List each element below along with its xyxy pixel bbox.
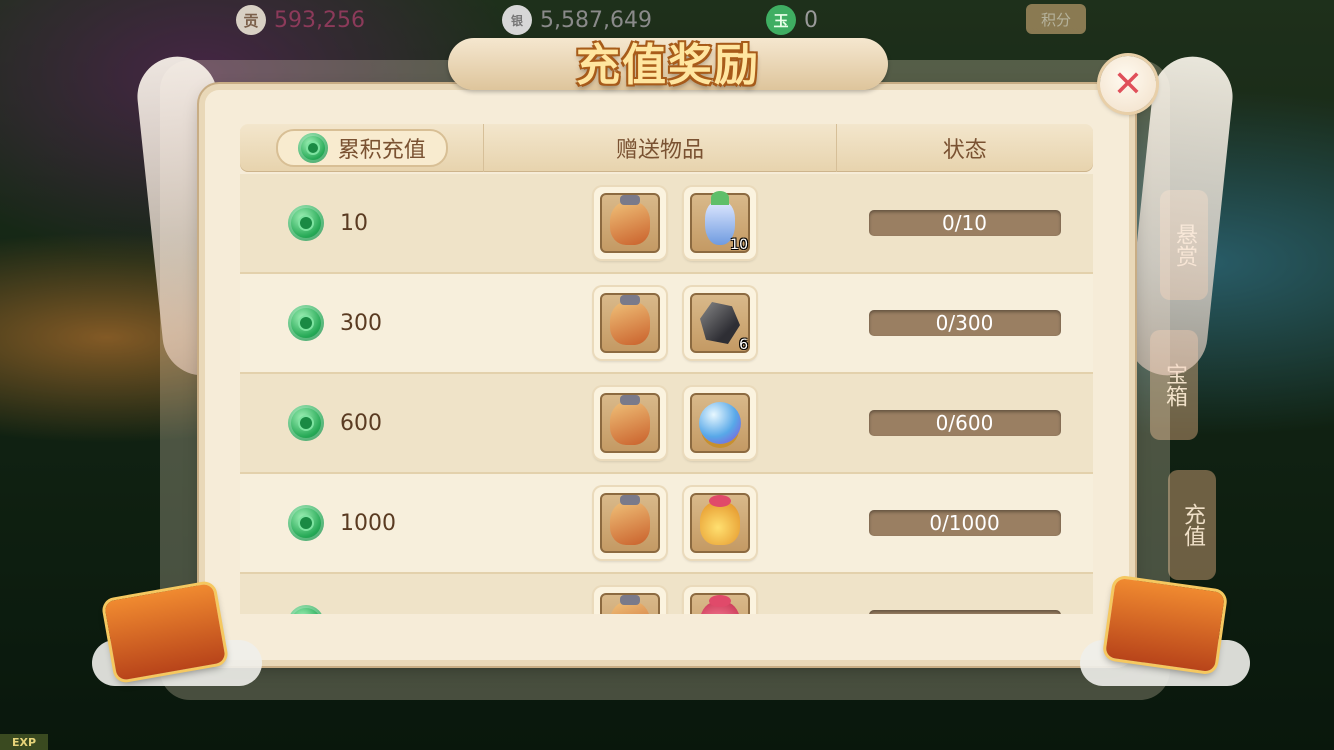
reward-item-slot[interactable] bbox=[594, 487, 666, 559]
reward-item-slot[interactable] bbox=[684, 587, 756, 614]
progress-bar: 0/1000 bbox=[868, 510, 1061, 536]
status-cell: 0/10 bbox=[836, 210, 1093, 236]
treasure-chest-icon bbox=[1104, 577, 1226, 673]
red-pouch-icon bbox=[700, 595, 740, 614]
money-bag-icon bbox=[610, 195, 650, 245]
amount-value: 600 bbox=[340, 410, 382, 436]
progress-bar: 0/10 bbox=[868, 210, 1061, 236]
jade-icon bbox=[288, 605, 324, 614]
reward-item-slot[interactable] bbox=[594, 587, 666, 614]
money-bag-icon bbox=[610, 595, 650, 614]
cumulative-header-pill: 累积充值 bbox=[275, 129, 448, 167]
jade-icon bbox=[297, 133, 328, 163]
progress-text: 0/600 bbox=[935, 411, 994, 435]
contribution-value: 593,256 bbox=[274, 7, 365, 33]
cumulative-header-label: 累积充值 bbox=[337, 138, 426, 163]
jade-icon bbox=[288, 305, 324, 341]
reward-table-header: 累积充值 赠送物品 状态 bbox=[240, 124, 1093, 172]
reward-item-slot[interactable] bbox=[594, 387, 666, 459]
contribution-icon: 贡 bbox=[236, 5, 266, 35]
item-quantity: 10 bbox=[730, 237, 748, 253]
status-cell: 0/300 bbox=[836, 310, 1093, 336]
jade-icon bbox=[288, 405, 324, 441]
gift-items-cell: 6 bbox=[484, 287, 836, 359]
reward-item-slot[interactable]: 10 bbox=[684, 187, 756, 259]
money-bag-icon bbox=[610, 495, 650, 545]
amount-cell bbox=[240, 605, 484, 614]
reward-row: 300 6 0/300 bbox=[240, 274, 1093, 374]
reward-table-body[interactable]: 10 10 0/10 300 6 0/300 600 0/600 1000 0/… bbox=[240, 174, 1093, 614]
status-header: 状态 bbox=[942, 138, 987, 163]
reward-item-slot[interactable] bbox=[684, 387, 756, 459]
gift-items-cell: 10 bbox=[484, 187, 836, 259]
reward-row: 10 10 0/10 bbox=[240, 174, 1093, 274]
reward-item-slot[interactable]: 6 bbox=[684, 287, 756, 359]
progress-text: 0/10 bbox=[942, 211, 987, 235]
jade-icon bbox=[288, 505, 324, 541]
gift-items-cell bbox=[484, 587, 836, 614]
amount-cell: 1000 bbox=[240, 505, 484, 541]
reward-item-slot[interactable] bbox=[594, 187, 666, 259]
dialog-title: 充值奖励 bbox=[576, 40, 760, 91]
cumulative-header: 累积充值 bbox=[240, 124, 485, 172]
contribution-resource: 贡 593,256 bbox=[236, 4, 365, 36]
jade-icon bbox=[288, 205, 324, 241]
gold-pouch-icon bbox=[700, 495, 740, 545]
progress-text: 0/1000 bbox=[929, 511, 1000, 535]
amount-value: 10 bbox=[340, 210, 368, 236]
gift-items-cell bbox=[484, 387, 836, 459]
amount-value: 300 bbox=[340, 310, 382, 336]
reward-item-slot[interactable] bbox=[594, 287, 666, 359]
exp-label: EXP bbox=[0, 734, 48, 750]
item-quantity: 6 bbox=[739, 337, 748, 353]
recharge-side-button[interactable]: 充值 bbox=[1168, 470, 1216, 580]
money-bag-icon bbox=[610, 295, 650, 345]
reward-row: 1000 0/1000 bbox=[240, 474, 1093, 574]
progress-bar: 0/600 bbox=[868, 410, 1061, 436]
gifts-header: 赠送物品 bbox=[484, 124, 837, 172]
crystal-orb-icon bbox=[699, 402, 741, 444]
close-button[interactable]: ✕ bbox=[1100, 56, 1156, 112]
progress-bar bbox=[868, 610, 1061, 614]
amount-cell: 10 bbox=[240, 205, 484, 241]
progress-text: 0/300 bbox=[935, 311, 994, 335]
status-cell: 0/600 bbox=[836, 410, 1093, 436]
dark-stone-icon bbox=[700, 302, 740, 344]
progress-bar: 0/300 bbox=[868, 310, 1061, 336]
progress-text bbox=[869, 610, 1061, 614]
status-cell: 0/1000 bbox=[836, 510, 1093, 536]
money-bag-icon bbox=[610, 395, 650, 445]
amount-value: 1000 bbox=[340, 510, 396, 536]
reward-row: 600 0/600 bbox=[240, 374, 1093, 474]
amount-cell: 600 bbox=[240, 405, 484, 441]
gift-items-cell bbox=[484, 487, 836, 559]
status-cell bbox=[836, 610, 1093, 614]
amount-cell: 300 bbox=[240, 305, 484, 341]
reward-row bbox=[240, 574, 1093, 614]
reward-item-slot[interactable] bbox=[684, 487, 756, 559]
points-button[interactable]: 积分 bbox=[1026, 4, 1086, 34]
